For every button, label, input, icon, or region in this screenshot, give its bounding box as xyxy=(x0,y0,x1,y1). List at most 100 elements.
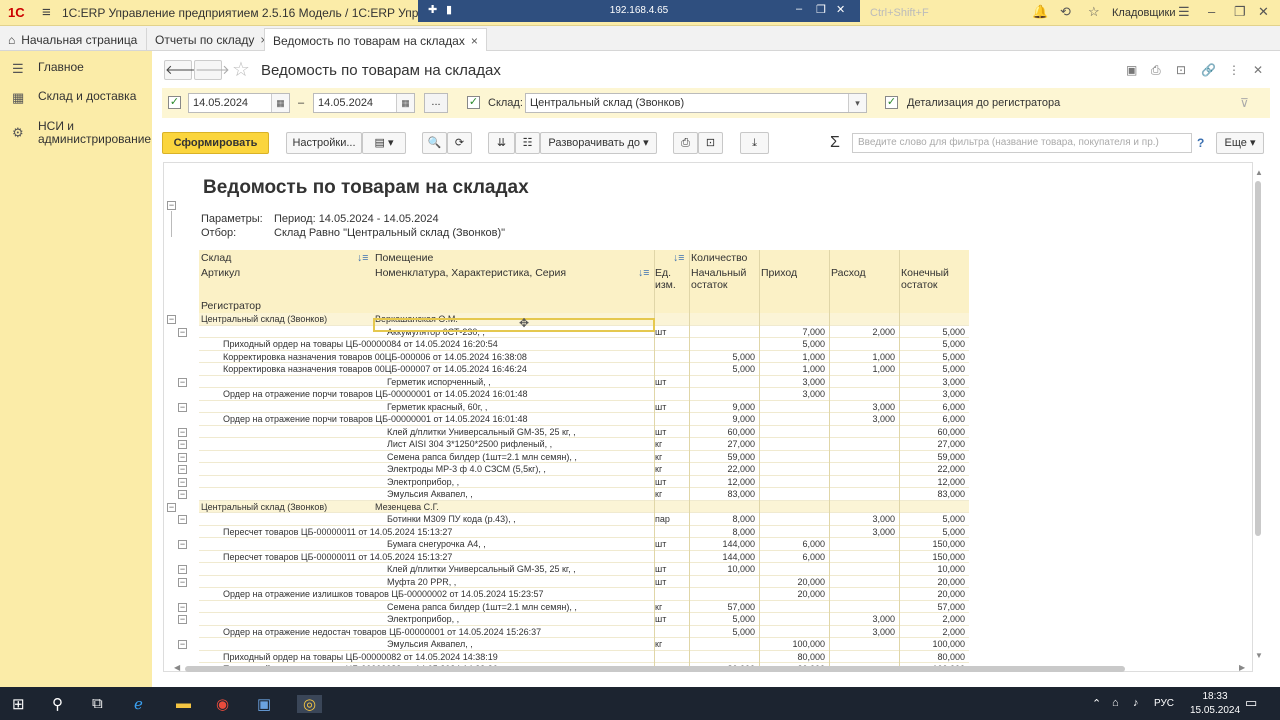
remote-restore-icon[interactable]: ❐ xyxy=(816,3,826,16)
collapse-group-icon[interactable]: − xyxy=(178,477,187,487)
tab-warehouse-reports[interactable]: Отчеты по складу× xyxy=(146,28,277,51)
edge-browser-icon[interactable]: ℯ xyxy=(134,695,143,713)
item-row[interactable]: Эмульсия Аквапел, , кг 83,000 83,000 xyxy=(199,488,969,501)
collapse-group-icon[interactable]: − xyxy=(178,452,187,462)
item-row[interactable]: Муфта 20 PPR, , шт 20,000 20,000 xyxy=(199,576,969,588)
minimize-icon[interactable]: – xyxy=(1208,4,1215,19)
sort-icon[interactable]: ↓≡ xyxy=(638,267,649,279)
close-form-icon[interactable]: ✕ xyxy=(1253,63,1263,77)
vertical-scrollbar[interactable] xyxy=(1255,181,1261,536)
registrar-row[interactable]: Пересчет товаров ЦБ-00000011 от 14.05.20… xyxy=(199,526,969,538)
registrar-row[interactable]: Ордер на отражение порчи товаров ЦБ-0000… xyxy=(199,388,969,401)
warehouse-field[interactable]: Центральный склад (Звонков) ▾ xyxy=(525,93,867,113)
windows-start-icon[interactable]: ⊞ xyxy=(12,695,25,713)
item-row[interactable]: Электроды МР-3 ф 4.0 СЗСМ (5,5кг), , кг 22… xyxy=(199,463,969,476)
print-icon[interactable]: ⎙ xyxy=(1151,63,1161,78)
search-icon[interactable]: ⚲ xyxy=(52,695,63,713)
collapse-group-icon[interactable]: − xyxy=(178,565,187,574)
collapse-group-icon[interactable]: − xyxy=(178,327,187,337)
collapse-group-icon[interactable]: − xyxy=(178,615,187,624)
sort-icon[interactable]: ↓≡ xyxy=(673,252,684,264)
collapse-group-icon[interactable]: − xyxy=(178,440,187,449)
date-from-field[interactable]: 14.05.2024 ▦ xyxy=(188,93,290,113)
collapse-group-icon[interactable]: − xyxy=(178,490,187,499)
scroll-right-icon[interactable]: ▶ xyxy=(1239,663,1245,672)
selected-cell[interactable] xyxy=(373,318,655,332)
more-vertical-icon[interactable]: ⋮ xyxy=(1228,63,1240,77)
registrar-row[interactable]: Пересчет товаров ЦБ-00000011 от 14.05.20… xyxy=(199,551,969,563)
sort-icon[interactable]: ↓≡ xyxy=(357,252,368,264)
generate-button[interactable]: Сформировать xyxy=(162,132,269,154)
history-icon[interactable]: ⟲ xyxy=(1060,4,1071,20)
item-row[interactable]: Герметик испорченный, , шт 3,000 3,000 xyxy=(199,376,969,388)
sidebar-item-admin[interactable]: ⚙ НСИ и администрирование xyxy=(0,120,152,150)
remote-close-icon[interactable]: ✕ xyxy=(836,3,845,16)
chevron-down-icon[interactable]: ▾ xyxy=(848,94,866,112)
star-icon[interactable]: ☆ xyxy=(1088,4,1100,20)
favorite-star-icon[interactable]: ☆ xyxy=(232,57,250,82)
item-row[interactable]: Герметик красный, 60г, , шт 9,000 3,000 6,00… xyxy=(199,401,969,413)
item-row[interactable]: Эмульсия Аквапел, , кг 100,000 100,000 xyxy=(199,638,969,651)
collapse-group-icon[interactable]: − xyxy=(178,402,187,412)
collapse-button[interactable]: ⇊ xyxy=(488,132,515,154)
item-row[interactable]: Лист AISI 304 3*1250*2500 рифленый, , кг 2… xyxy=(199,438,969,451)
item-row[interactable]: Семена рапса билдер (1шт=2.1 млн семян),… xyxy=(199,451,969,463)
tab-home[interactable]: ⌂ Начальная страница xyxy=(0,28,145,51)
registrar-row[interactable]: Приходный ордер на товары ЦБ-00000082 от… xyxy=(199,651,969,663)
file-explorer-icon[interactable]: ▬ xyxy=(176,695,191,712)
date-to-field[interactable]: 14.05.2024 ▦ xyxy=(313,93,415,113)
onec-app-icon[interactable]: ◎ xyxy=(297,695,323,713)
sidebar-item-main[interactable]: ☰ Главное xyxy=(0,61,152,81)
collapse-group-icon[interactable]: − xyxy=(178,377,187,387)
current-user[interactable]: Кладовщики xyxy=(1112,7,1175,19)
collapse-params-icon[interactable]: − xyxy=(167,201,176,210)
item-row[interactable]: Семена рапса билдер (1шт=2.1 млн семян),… xyxy=(199,601,969,613)
expand-button[interactable]: ☷ xyxy=(515,132,540,154)
group-row[interactable]: Центральный склад (Звонков) Мезенцева С.Г… xyxy=(199,500,969,513)
registrar-row[interactable]: Ордер на отражение излишков товаров ЦБ-0… xyxy=(199,588,969,601)
item-row[interactable]: Ботинки М309 ПУ кода (р.43), , пар 8,000 3,… xyxy=(199,513,969,526)
collapse-group-icon[interactable]: − xyxy=(178,602,187,612)
collapse-group-icon[interactable]: − xyxy=(167,502,176,512)
back-button[interactable]: 🡐 xyxy=(164,60,200,80)
settings-button[interactable]: Настройки... xyxy=(286,132,362,154)
close-window-icon[interactable]: ✕ xyxy=(1258,4,1269,20)
more-button[interactable]: Еще ▾ xyxy=(1216,132,1264,154)
sidebar-item-warehouse[interactable]: ▦ Склад и доставка xyxy=(0,90,152,110)
item-row[interactable]: Электроприбор, , шт 5,000 3,000 2,000 xyxy=(199,613,969,626)
item-row[interactable]: Клей д/плитки Универсальный GM-35, 25 кг… xyxy=(199,563,969,576)
preview-button[interactable]: ⊡ xyxy=(698,132,723,154)
registrar-row[interactable]: Ордер на отражение недостач товаров ЦБ-0… xyxy=(199,626,969,638)
close-icon[interactable]: × xyxy=(471,34,478,48)
tray-arrow-icon[interactable]: ⌃ xyxy=(1092,697,1101,710)
save-report-button[interactable]: ⤓ xyxy=(740,132,769,154)
collapse-group-icon[interactable]: − xyxy=(178,427,187,437)
chrome-icon[interactable]: ◉ xyxy=(216,695,229,713)
warehouse-checkbox[interactable]: ✓ xyxy=(467,96,480,109)
find-next-button[interactable]: ⟳ xyxy=(447,132,472,154)
detail-checkbox[interactable]: ✓ xyxy=(885,96,898,109)
period-checkbox[interactable]: ✓ xyxy=(168,96,181,109)
language-indicator[interactable]: РУС xyxy=(1154,698,1174,709)
preview-icon[interactable]: ⊡ xyxy=(1176,63,1186,77)
calendar-icon[interactable]: ▦ xyxy=(396,94,414,112)
scroll-down-icon[interactable]: ▼ xyxy=(1255,651,1263,660)
system-clock[interactable]: 18:33 15.05.2024 xyxy=(1185,690,1245,718)
registrar-row[interactable]: Корректировка назначения товаров 00ЦБ-00… xyxy=(199,351,969,363)
scroll-up-icon[interactable]: ▲ xyxy=(1255,168,1263,177)
calendar-icon[interactable]: ▦ xyxy=(271,94,289,112)
scroll-left-icon[interactable]: ◀ xyxy=(174,663,180,672)
collapse-group-icon[interactable]: − xyxy=(167,315,176,324)
variants-button[interactable]: ▤ ▾ xyxy=(362,132,406,154)
registrar-row[interactable]: Ордер на отражение порчи товаров ЦБ-0000… xyxy=(199,413,969,426)
help-icon[interactable]: ? xyxy=(1197,136,1204,150)
settings-menu-icon[interactable]: ☰ xyxy=(1178,4,1190,20)
registrar-row[interactable]: Приходный ордер на товары ЦБ-00000084 от… xyxy=(199,338,969,351)
item-row[interactable]: Клей д/плитки Универсальный GM-35, 25 кг… xyxy=(199,426,969,438)
report-document[interactable]: − Ведомость по товарам на складах Параме… xyxy=(163,162,1253,672)
filter-icon[interactable]: ⊽ xyxy=(1240,96,1249,110)
print-button[interactable]: ⎙ xyxy=(673,132,698,154)
task-view-icon[interactable]: ⧉ xyxy=(92,695,103,712)
maximize-icon[interactable]: ❐ xyxy=(1234,4,1246,20)
link-icon[interactable]: 🔗 xyxy=(1201,63,1216,77)
